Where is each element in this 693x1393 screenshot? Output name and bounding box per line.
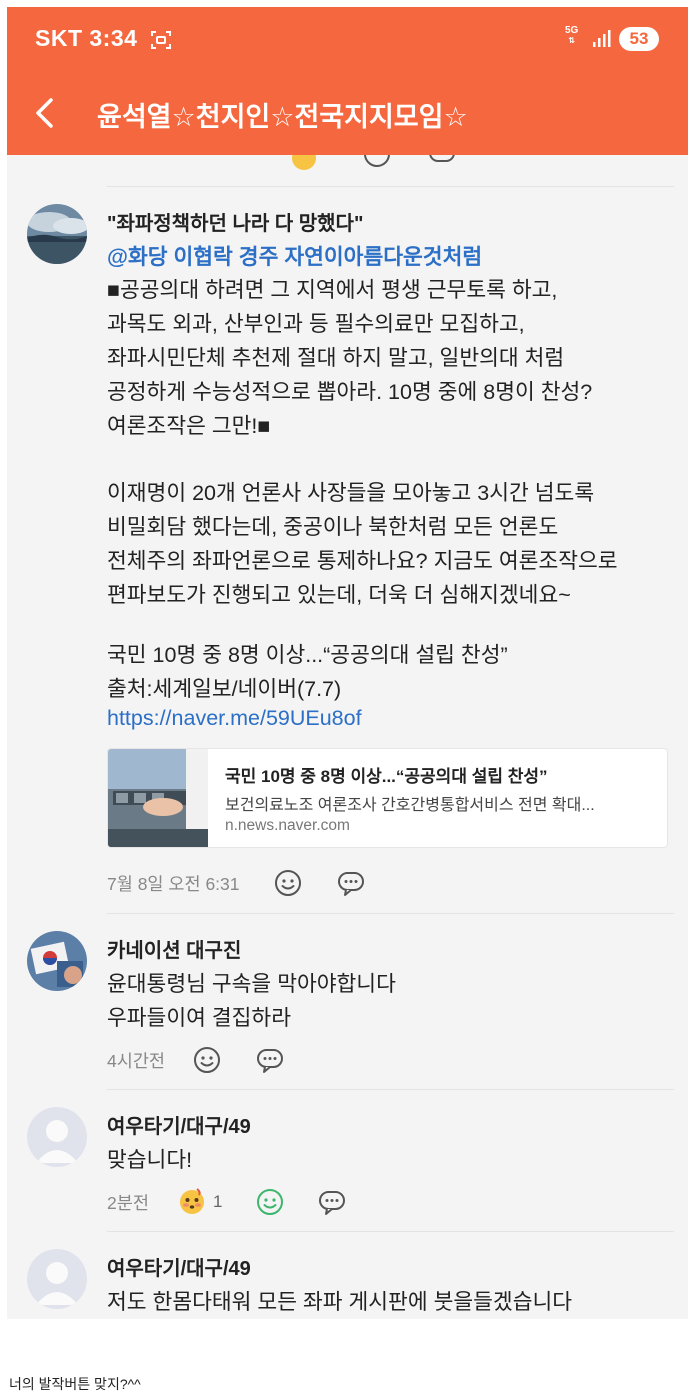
comment-text-line: 국민 10명 중 8명 이상...“공공의대 설립 찬성” [107,643,508,667]
link-preview-card[interactable]: 국민 10명 중 8명 이상...“공공의대 설립 찬성” 보건의료노조 여론조… [107,748,668,848]
caption-text: 너의 발작버튼 맞지?^^ [9,1376,141,1392]
reaction-count: 1 [213,1192,223,1211]
comment-author[interactable]: 여우타기/대구/49 [107,1110,251,1139]
comment-text-line: 윤대통령님 구속을 막아야합니다 [107,972,396,996]
app-bar: 윤석열☆천지인☆전국지지모임☆ [7,71,688,155]
comment-text-line: 이재명이 20개 언론사 사장들을 모아놓고 3시간 넘도록 [107,481,595,505]
comment-text-line: 저도 한몸다태워 모든 좌파 게시판에 붓을들겠습니다 [107,1290,573,1314]
avatar[interactable] [27,1107,87,1167]
speech-bubble-icon[interactable] [255,1045,285,1075]
status-carrier-time: SKT 3:34 [35,25,137,52]
speech-bubble-icon[interactable] [427,155,457,169]
comment-text-line: 편파보도가 진행되고 있는데, 더욱 더 심해지겠네요~ [107,583,571,607]
speech-bubble-icon[interactable] [336,868,366,898]
divider [107,913,674,914]
comment-text-line: 출처:세계일보/네이버(7.7) [107,677,342,701]
comment-headline: "좌파정책하던 나라 다 망했다" [107,213,364,235]
comment-text-line: 우파들이여 결집하라 [107,1006,291,1030]
clock-label: 3:34 [89,25,138,51]
link-preview-title: 국민 10명 중 8명 이상...“공공의대 설립 찬성” [225,767,548,786]
comment-feed[interactable]: "좌파정책하던 나라 다 망했다" @화당 이협락 경주 자연이아름다운것처럼 … [7,155,688,1319]
carrier-label: SKT [35,25,83,51]
comment-timestamp: 7월 8일 오전 6:31 [107,874,240,894]
comment-timestamp: 4시간전 [107,1051,166,1071]
smiley-icon[interactable] [192,1045,222,1075]
previous-comment-meta [7,155,688,183]
comment-author[interactable]: 여우타기/대구/49 [107,1252,251,1281]
smiley-icon[interactable] [273,868,303,898]
link-preview-description: 보건의료노조 여론조사 간호간병통합서비스 전면 확대... [225,797,595,814]
network-label: 5G [565,25,579,36]
reaction-emoji-icon [292,155,316,170]
avatar[interactable] [27,204,87,264]
avatar[interactable] [27,931,87,991]
app-bar-title: 윤석열☆천지인☆전국지지모임☆ [97,102,468,132]
comment-author[interactable]: 카네이션 대구진 [107,934,241,963]
back-arrow-icon[interactable] [25,91,65,135]
mention-link[interactable]: @화당 이협락 경주 자연이아름다운것처럼 [107,240,482,271]
phone-screen: SKT 3:34 5G ⇅ 53 윤석열☆천지인☆전국지지모임☆ "좌파정책하던… [7,7,688,1319]
comment-text-line: 전체주의 좌파언론으로 통제하나요? 지금도 여론조작으로 [107,549,618,573]
comment-text-line: 좌파시민단체 추천제 절대 하지 말고, 일반의대 처럼 [107,346,565,370]
status-bar: SKT 3:34 5G ⇅ 53 [7,7,688,71]
comment-text-line: 공정하게 수능성적으로 뽑아라. 10명 중에 8명이 찬성? [107,380,593,404]
signal-icon [593,30,611,47]
comment-text-line: 비밀회담 했다는데, 중공이나 북한처럼 모든 언론도 [107,515,559,539]
comment-text-line: 여론조작은 그만!■ [107,414,271,438]
link-preview-thumbnail [108,749,208,847]
divider [107,1231,674,1232]
screen-record-icon [151,31,171,49]
divider [107,1089,674,1090]
speech-bubble-icon[interactable] [317,1187,347,1217]
comment-timestamp: 2분전 [107,1193,149,1213]
network-5g-icon: 5G ⇅ [565,25,579,46]
flushed-emoji-icon[interactable] [177,1186,207,1216]
smiley-icon[interactable] [255,1187,285,1217]
url-link[interactable]: https://naver.me/59UEu8of [107,706,362,731]
link-preview-domain: n.news.naver.com [225,817,350,834]
avatar[interactable] [27,1249,87,1309]
comment-text-line: 과목도 외과, 산부인과 등 필수의료만 모집하고, [107,312,525,336]
comment-text-line: ■공공의대 하려면 그 지역에서 평생 근무토록 하고, [107,278,558,302]
divider [107,186,674,187]
smiley-icon[interactable] [362,155,392,169]
comment-text-line: 맞습니다! [107,1148,193,1172]
battery-icon: 53 [619,27,659,51]
